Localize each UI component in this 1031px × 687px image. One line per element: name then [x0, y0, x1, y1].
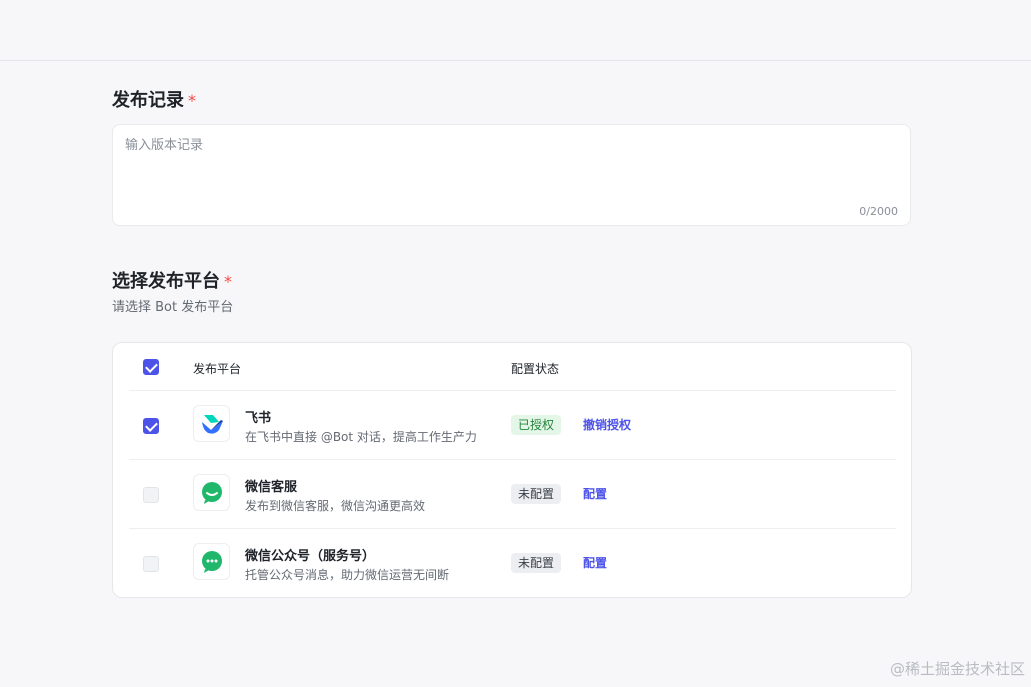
required-mark: * [188, 91, 196, 110]
platform-name: 飞书 [245, 411, 272, 426]
platform-description: 托管公众号消息，助力微信运营无间断 [245, 568, 450, 582]
platform-description: 发布到微信客服，微信沟通更高效 [245, 499, 426, 513]
release-notes-title: 发布记录 * [112, 86, 196, 112]
feishu-logo-icon [193, 405, 230, 442]
status-badge: 未配置 [511, 484, 562, 504]
char-counter: 0/2000 [859, 205, 898, 218]
select-all-checkbox[interactable] [143, 359, 159, 375]
release-notes-title-text: 发布记录 [112, 90, 184, 111]
header-platform: 发布平台 [193, 362, 242, 376]
table-row-wechat-service[interactable]: 微信客服 发布到微信客服，微信沟通更高效 未配置 配置 [129, 460, 896, 529]
release-notes-textarea-container: 0/2000 [112, 124, 911, 226]
platform-section-title: 选择发布平台 * [112, 267, 232, 293]
row-checkbox-wechat-official-account[interactable] [143, 556, 159, 572]
top-bar [0, 0, 1031, 61]
revoke-authorization-link[interactable]: 撤销授权 [583, 416, 631, 433]
table-row-feishu[interactable]: 飞书 在飞书中直接 @Bot 对话，提高工作生产力 已授权 撤销授权 [129, 391, 896, 460]
status-badge: 未配置 [511, 553, 562, 573]
table-row-wechat-official-account[interactable]: 微信公众号（服务号） 托管公众号消息，助力微信运营无间断 未配置 配置 [129, 529, 896, 598]
row-checkbox-feishu[interactable] [143, 418, 159, 434]
platform-section-title-text: 选择发布平台 [112, 271, 220, 292]
platform-section-subtitle: 请选择 Bot 发布平台 [112, 300, 234, 315]
row-checkbox-wechat-service[interactable] [143, 487, 159, 503]
wechat-service-icon [193, 474, 230, 511]
release-notes-input[interactable] [113, 125, 910, 225]
wechat-official-account-icon [193, 543, 230, 580]
status-badge: 已授权 [511, 415, 562, 435]
watermark: @稀土掘金技术社区 [889, 660, 1025, 678]
platform-name: 微信公众号（服务号） [245, 549, 376, 564]
platform-name: 微信客服 [245, 480, 298, 495]
platform-table: 发布平台 配置状态 飞书 在飞书中直接 @Bot 对话，提高工作生产力 已授权 … [112, 342, 912, 598]
header-status: 配置状态 [511, 362, 560, 376]
table-header: 发布平台 配置状态 [129, 343, 896, 391]
required-mark: * [224, 272, 232, 291]
configure-link[interactable]: 配置 [583, 485, 607, 502]
configure-link[interactable]: 配置 [583, 554, 607, 571]
platform-description: 在飞书中直接 @Bot 对话，提高工作生产力 [245, 430, 477, 444]
